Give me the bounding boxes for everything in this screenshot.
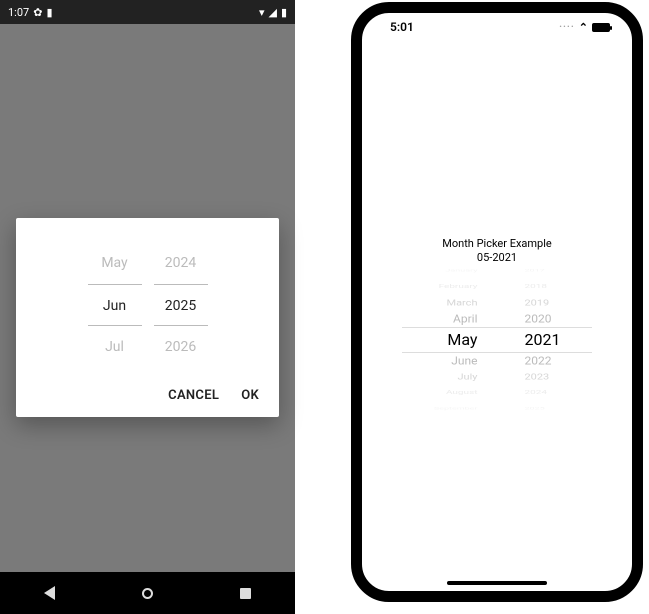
dialog-actions: CANCEL OK [32,380,263,409]
cancel-button[interactable]: CANCEL [168,388,219,403]
year-above[interactable]: 2024 [154,242,208,284]
ok-button[interactable]: OK [241,388,259,403]
wifi-icon: ▾ [259,6,265,19]
android-status-bar: 1:07 ✿ ▮ ▾ ◢ ▮ [0,0,295,24]
android-device-frame: 1:07 ✿ ▮ ▾ ◢ ▮ May Jun Jul 2024 2025 202… [0,0,295,614]
picker-item[interactable]: April [362,311,478,325]
picker-item[interactable]: June [362,353,478,367]
year-below[interactable]: 2026 [154,326,208,368]
wifi-icon: ⌃ [579,21,588,34]
picker-item[interactable]: 2022 [525,353,633,367]
picker-item[interactable]: 2025 [525,406,633,412]
month-column[interactable]: May Jun Jul [88,242,142,368]
frame-gap [295,0,345,614]
picker-item[interactable]: January [362,268,478,274]
signal-icon: ◢ [268,6,276,19]
picker-item[interactable]: 2017 [525,268,633,274]
android-nav-bar [0,572,295,614]
picker-item[interactable]: March [362,297,478,309]
picker-item[interactable]: May [362,327,478,353]
picker-item[interactable]: February [362,282,478,291]
ios-outer: 5:01 ···· ⌃ Month Picker Example 05-2021… [345,0,649,614]
month-selected[interactable]: Jun [88,284,142,326]
year-selected[interactable]: 2025 [154,284,208,326]
page-title-block: Month Picker Example 05-2021 [362,237,632,266]
ios-clock: 5:01 [390,20,414,34]
battery-icon: ▮ [281,6,287,19]
home-icon[interactable] [142,588,153,599]
ios-year-column[interactable]: 201720182019202020212022202320242025 [511,276,633,404]
picker-item[interactable]: August [362,388,478,397]
year-column[interactable]: 2024 2025 2026 [154,242,208,368]
gear-icon: ✿ [33,6,42,19]
ios-status-bar: 5:01 ···· ⌃ [362,13,632,41]
month-picker-dialog: May Jun Jul 2024 2025 2026 CANCEL OK [16,218,279,417]
picker-item[interactable]: 2020 [525,311,633,325]
page-subtitle: 05-2021 [362,251,632,265]
back-icon[interactable] [44,586,55,600]
picker-item[interactable]: 2023 [525,371,633,383]
ios-wheel-picker[interactable]: JanuaryFebruaryMarchAprilMayJuneJulyAugu… [362,276,632,404]
recents-icon[interactable] [240,588,251,599]
page-title: Month Picker Example [362,237,632,251]
picker-item[interactable]: 2024 [525,388,633,397]
battery-icon [592,23,610,32]
sim-icon: ▮ [46,6,52,19]
ios-month-column[interactable]: JanuaryFebruaryMarchAprilMayJuneJulyAugu… [362,276,484,404]
picker-item[interactable]: September [362,406,478,412]
month-above[interactable]: May [88,242,142,284]
cellular-dots-icon: ···· [559,22,575,33]
month-below[interactable]: Jul [88,326,142,368]
home-indicator[interactable] [447,581,547,585]
android-clock: 1:07 [8,6,29,19]
ios-device-frame: 5:01 ···· ⌃ Month Picker Example 05-2021… [351,2,643,602]
android-wheel-picker[interactable]: May Jun Jul 2024 2025 2026 [32,234,263,380]
picker-item[interactable]: 2018 [525,282,633,291]
picker-item[interactable]: 2021 [525,327,633,353]
picker-item[interactable]: 2019 [525,297,633,309]
picker-item[interactable]: July [362,371,478,383]
